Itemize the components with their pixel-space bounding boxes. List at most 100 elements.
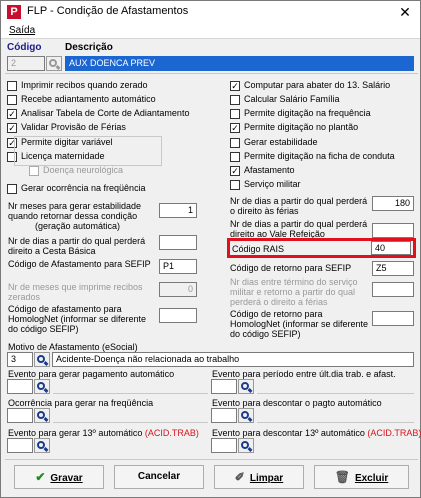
meses-zerados-input[interactable]: 0 — [159, 282, 197, 297]
right-checkbox-label-1: Calcular Salário Família — [244, 94, 340, 104]
left-checkbox-label-0: Imprimir recibos quando zerado — [21, 80, 148, 90]
cesta-basica-input[interactable] — [159, 235, 197, 250]
dialog-window: P FLP - Condição de Afastamentos ✕ Saída… — [0, 0, 421, 498]
ocorrencia-input[interactable] — [7, 408, 33, 423]
retorno-homolognet-input[interactable] — [372, 311, 414, 326]
decimo-search-icon[interactable] — [34, 438, 50, 453]
descontar-input[interactable] — [211, 408, 237, 423]
dias-militar-label: Nr dias entre término do serviço militar… — [230, 277, 358, 307]
pagamento-search-icon[interactable] — [34, 379, 50, 394]
right-checkbox-5[interactable] — [230, 152, 240, 162]
left-checkbox-1[interactable] — [7, 95, 17, 105]
retorno-sefip-input[interactable]: Z5 — [372, 261, 414, 276]
search-icon[interactable] — [46, 56, 62, 71]
description-input[interactable]: AUX DOENCA PREV — [65, 56, 414, 71]
meses-zerados-label: Nr de meses que imprime recibos zerados — [8, 282, 143, 302]
dias-militar-input[interactable] — [372, 282, 414, 297]
check-icon: ✔ — [35, 470, 46, 484]
vale-refeicao-input[interactable] — [372, 223, 414, 238]
decimo-label-text: Evento para gerar 13º automático — [8, 428, 143, 438]
right-checkbox-label-6: Afastamento — [244, 165, 295, 175]
description-label: Descrição — [65, 42, 113, 53]
left-checkbox-2[interactable]: ✓ — [7, 109, 17, 119]
left-checkbox-6[interactable] — [29, 166, 39, 176]
meses-estabilidade-label: Nr meses para gerar estabilidade quando … — [8, 201, 142, 221]
esocial-label: Motivo de Afastamento (eSocial) — [8, 342, 138, 352]
decimo-desc-input[interactable] — [211, 438, 237, 453]
trash-icon: 🗑 — [334, 470, 350, 484]
save-label: Gravar — [50, 473, 83, 484]
right-checkbox-label-5: Permite digitação na ficha de conduta — [244, 151, 395, 161]
save-button[interactable]: ✔ Gravar — [14, 465, 104, 489]
retorno-sefip-label: Código de retorno para SEFIP — [230, 263, 352, 273]
esocial-search-icon[interactable] — [34, 352, 50, 367]
right-checkbox-1[interactable] — [230, 95, 240, 105]
decimo-desc-label-text: Evento para descontar 13º automático — [212, 428, 365, 438]
right-checkbox-2[interactable] — [230, 109, 240, 119]
homolognet-input[interactable] — [159, 308, 197, 323]
menu-bar: Saída — [1, 23, 420, 39]
right-checkbox-label-3: Permite digitação no plantão — [244, 122, 359, 132]
ocorrencia-search-icon[interactable] — [34, 408, 50, 423]
separator — [53, 393, 208, 394]
broom-icon: ✐ — [234, 470, 245, 484]
retorno-homolognet-label: Código de retorno para HomologNet (infor… — [230, 309, 369, 339]
acid-trab-tag: (ACID.TRAB) — [367, 428, 421, 438]
esocial-code-input[interactable]: 3 — [7, 352, 33, 367]
rais-input[interactable]: 40 — [371, 241, 411, 255]
descontar-search-icon[interactable] — [238, 408, 254, 423]
right-checkbox-7[interactable] — [230, 180, 240, 190]
app-icon: P — [7, 5, 21, 19]
left-checkbox-label-2: Analisar Tabela de Corte de Adiantamento — [21, 108, 190, 118]
right-checkbox-0[interactable]: ✓ — [230, 81, 240, 91]
right-checkbox-6[interactable]: ✓ — [230, 166, 240, 176]
left-checkbox-7[interactable] — [7, 184, 17, 194]
pagamento-label: Evento para gerar pagamento automático — [8, 369, 175, 379]
left-checkbox-0[interactable] — [7, 81, 17, 91]
right-checkbox-4[interactable] — [230, 138, 240, 148]
clear-button[interactable]: ✐ Limpar — [214, 465, 304, 489]
delete-label: Excluir — [354, 473, 389, 484]
periodo-input[interactable] — [211, 379, 237, 394]
periodo-label: Evento para período entre últ.dia trab. … — [212, 369, 396, 379]
acid-trab-tag: (ACID.TRAB) — [144, 428, 199, 438]
separator — [5, 73, 418, 74]
right-checkbox-label-4: Gerar estabilidade — [244, 137, 318, 147]
close-icon[interactable]: ✕ — [390, 1, 420, 23]
left-checkbox-3[interactable]: ✓ — [7, 123, 17, 133]
cancel-button[interactable]: Cancelar — [114, 465, 204, 489]
decimo-label: Evento para gerar 13º automático (ACID.T… — [8, 428, 199, 438]
menu-exit[interactable]: Saída — [9, 25, 35, 36]
window-title: FLP - Condição de Afastamentos — [27, 5, 189, 17]
separator — [5, 459, 418, 460]
meses-estabilidade-input[interactable]: 1 — [159, 203, 197, 218]
meses-estabilidade-sub: (geração automática) — [35, 221, 121, 231]
separator — [53, 422, 208, 423]
ocorrencia-label: Ocorrência para gerar na freqüência — [8, 398, 154, 408]
delete-button[interactable]: 🗑 Excluir — [314, 465, 409, 489]
right-checkbox-label-7: Serviço militar — [244, 179, 301, 189]
right-checkbox-3[interactable]: ✓ — [230, 123, 240, 133]
left-checkbox-label-6: Doença neurológica — [43, 165, 124, 175]
cesta-basica-label: Nr de dias a partir do qual perderá dire… — [8, 236, 146, 256]
decimo-desc-search-icon[interactable] — [238, 438, 254, 453]
decimo-input[interactable] — [7, 438, 33, 453]
sefip-input[interactable]: P1 — [159, 259, 197, 274]
rais-label: Código RAIS — [232, 244, 285, 254]
right-checkbox-label-0: Computar para abater do 13. Salário — [244, 80, 391, 90]
periodo-search-icon[interactable] — [238, 379, 254, 394]
pagamento-input[interactable] — [7, 379, 33, 394]
title-bar: P FLP - Condição de Afastamentos ✕ — [1, 1, 420, 23]
left-checkbox-label-7: Gerar ocorrência na freqüência — [21, 183, 146, 193]
ferias-input[interactable]: 180 — [372, 196, 414, 211]
homolognet-label: Código de afastamento para HomologNet (i… — [8, 304, 147, 334]
code-input[interactable]: 2 — [7, 56, 45, 71]
code-label: Código — [7, 42, 42, 53]
vale-refeicao-label: Nr de dias a partir do qual perderá dire… — [230, 219, 368, 239]
esocial-description: Acidente-Doença não relacionada ao traba… — [52, 352, 414, 367]
right-checkbox-label-2: Permite digitação na frequência — [244, 108, 371, 118]
ferias-label: Nr de dias a partir do qual perderá o di… — [230, 196, 368, 216]
clear-label: Limpar — [249, 473, 284, 484]
sefip-label: Código de Afastamento para SEFIP — [8, 259, 151, 269]
decimo-desc-label: Evento para descontar 13º automático (AC… — [212, 428, 421, 438]
